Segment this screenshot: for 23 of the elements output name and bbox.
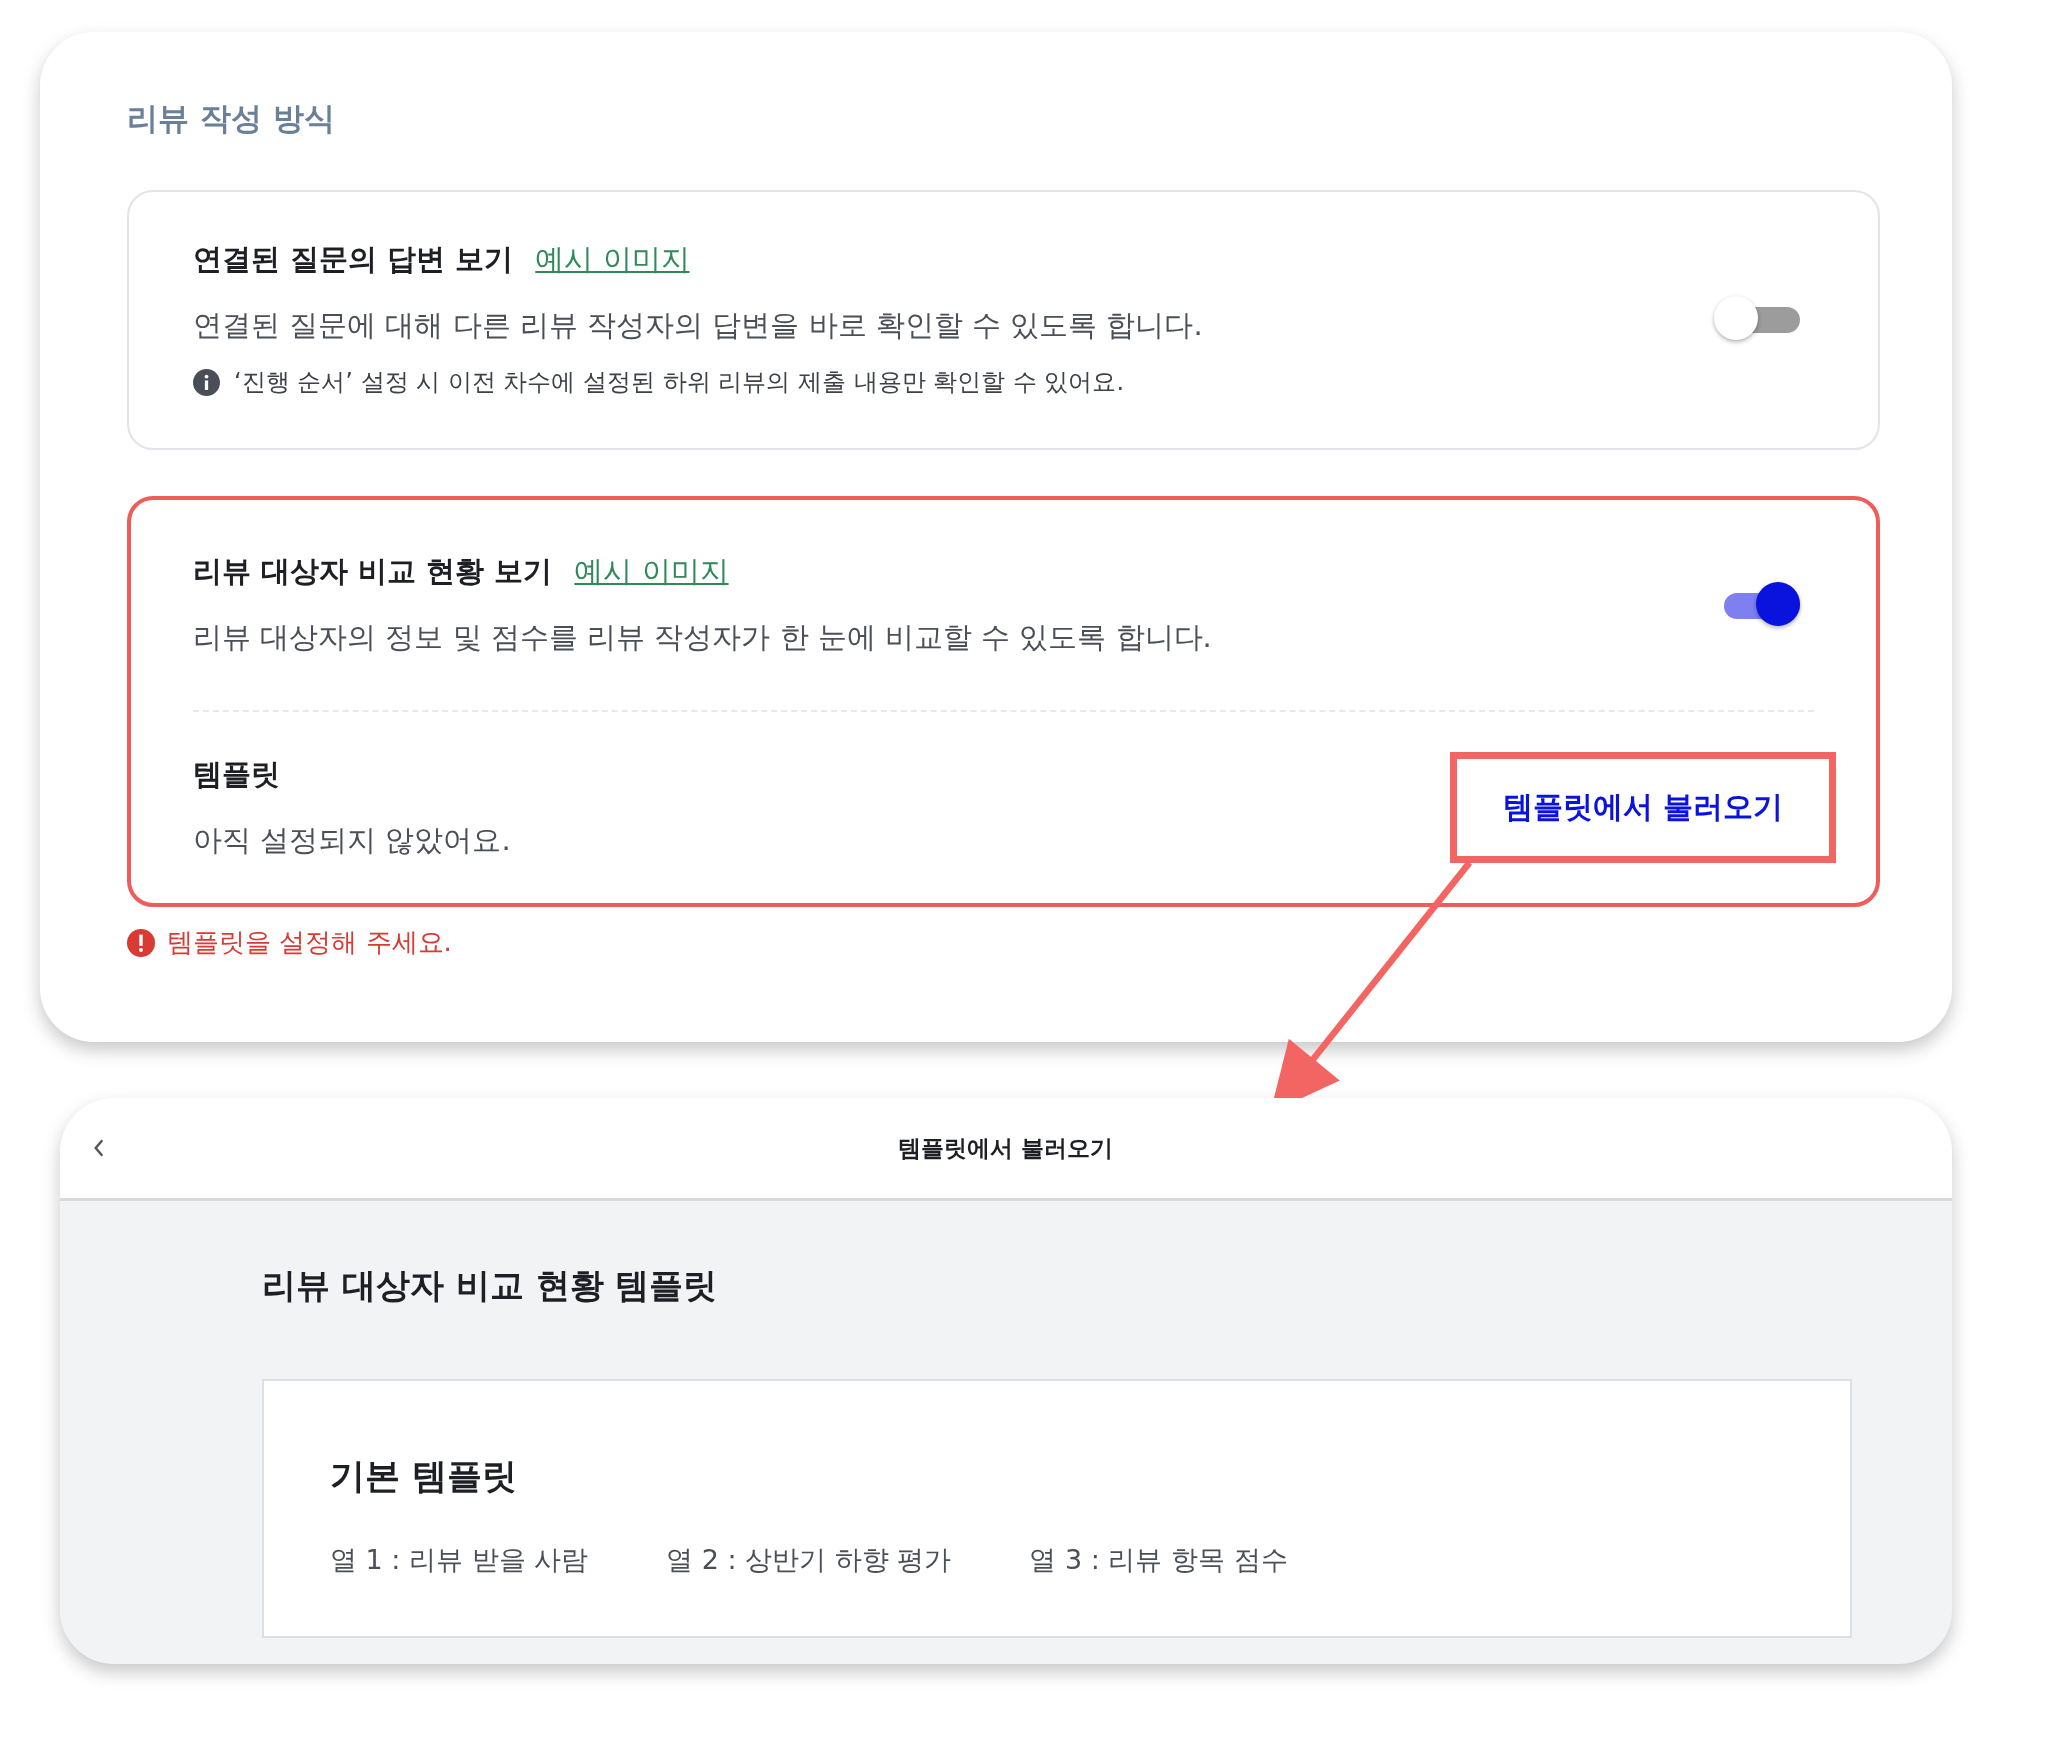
template-column: 열 1 : 리뷰 받을 사람 xyxy=(330,1542,589,1578)
load-template-button[interactable]: 템플릿에서 불러오기 xyxy=(1449,752,1836,863)
toggle-switch[interactable] xyxy=(1714,296,1800,342)
error-message: 템플릿을 설정해 주세요. xyxy=(167,926,452,959)
error-icon xyxy=(127,928,155,957)
dialog-heading: 리뷰 대상자 비교 현황 템플릿 xyxy=(262,1264,719,1307)
section-title: 리뷰 작성 방식 xyxy=(127,99,336,138)
template-column: 열 3 : 리뷰 항목 점수 xyxy=(1029,1542,1288,1578)
option-title: 리뷰 대상자 비교 현황 보기 xyxy=(193,553,553,590)
template-label: 템플릿 xyxy=(193,755,281,793)
back-icon[interactable] xyxy=(92,1137,106,1159)
dialog-title: 템플릿에서 불러오기 xyxy=(898,1133,1114,1163)
template-name: 기본 템플릿 xyxy=(330,1455,519,1498)
info-icon xyxy=(193,368,220,396)
example-image-link[interactable]: 예시 이미지 xyxy=(535,240,690,280)
option-note: ‘진행 순서’ 설정 시 이전 차수에 설정된 하위 리뷰의 제출 내용만 확인할 수 있어요. xyxy=(234,367,1125,398)
option-title: 연결된 질문의 답변 보기 xyxy=(193,241,514,278)
template-card[interactable]: 기본 템플릿 열 1 : 리뷰 받을 사람 열 2 : 상반기 하향 평가 열 3 : 리뷰 항목 점수 xyxy=(262,1379,1852,1638)
option-description: 연결된 질문에 대해 다른 리뷰 작성자의 답변을 바로 확인할 수 있도록 합니다. xyxy=(193,307,1203,344)
option-description: 리뷰 대상자의 정보 및 점수를 리뷰 작성자가 한 눈에 비교할 수 있도록 합니다. xyxy=(193,619,1212,656)
template-column: 열 2 : 상반기 하향 평가 xyxy=(666,1542,952,1578)
example-image-link[interactable]: 예시 이미지 xyxy=(574,552,729,592)
template-value: 아직 설정되지 않았어요. xyxy=(193,821,511,859)
